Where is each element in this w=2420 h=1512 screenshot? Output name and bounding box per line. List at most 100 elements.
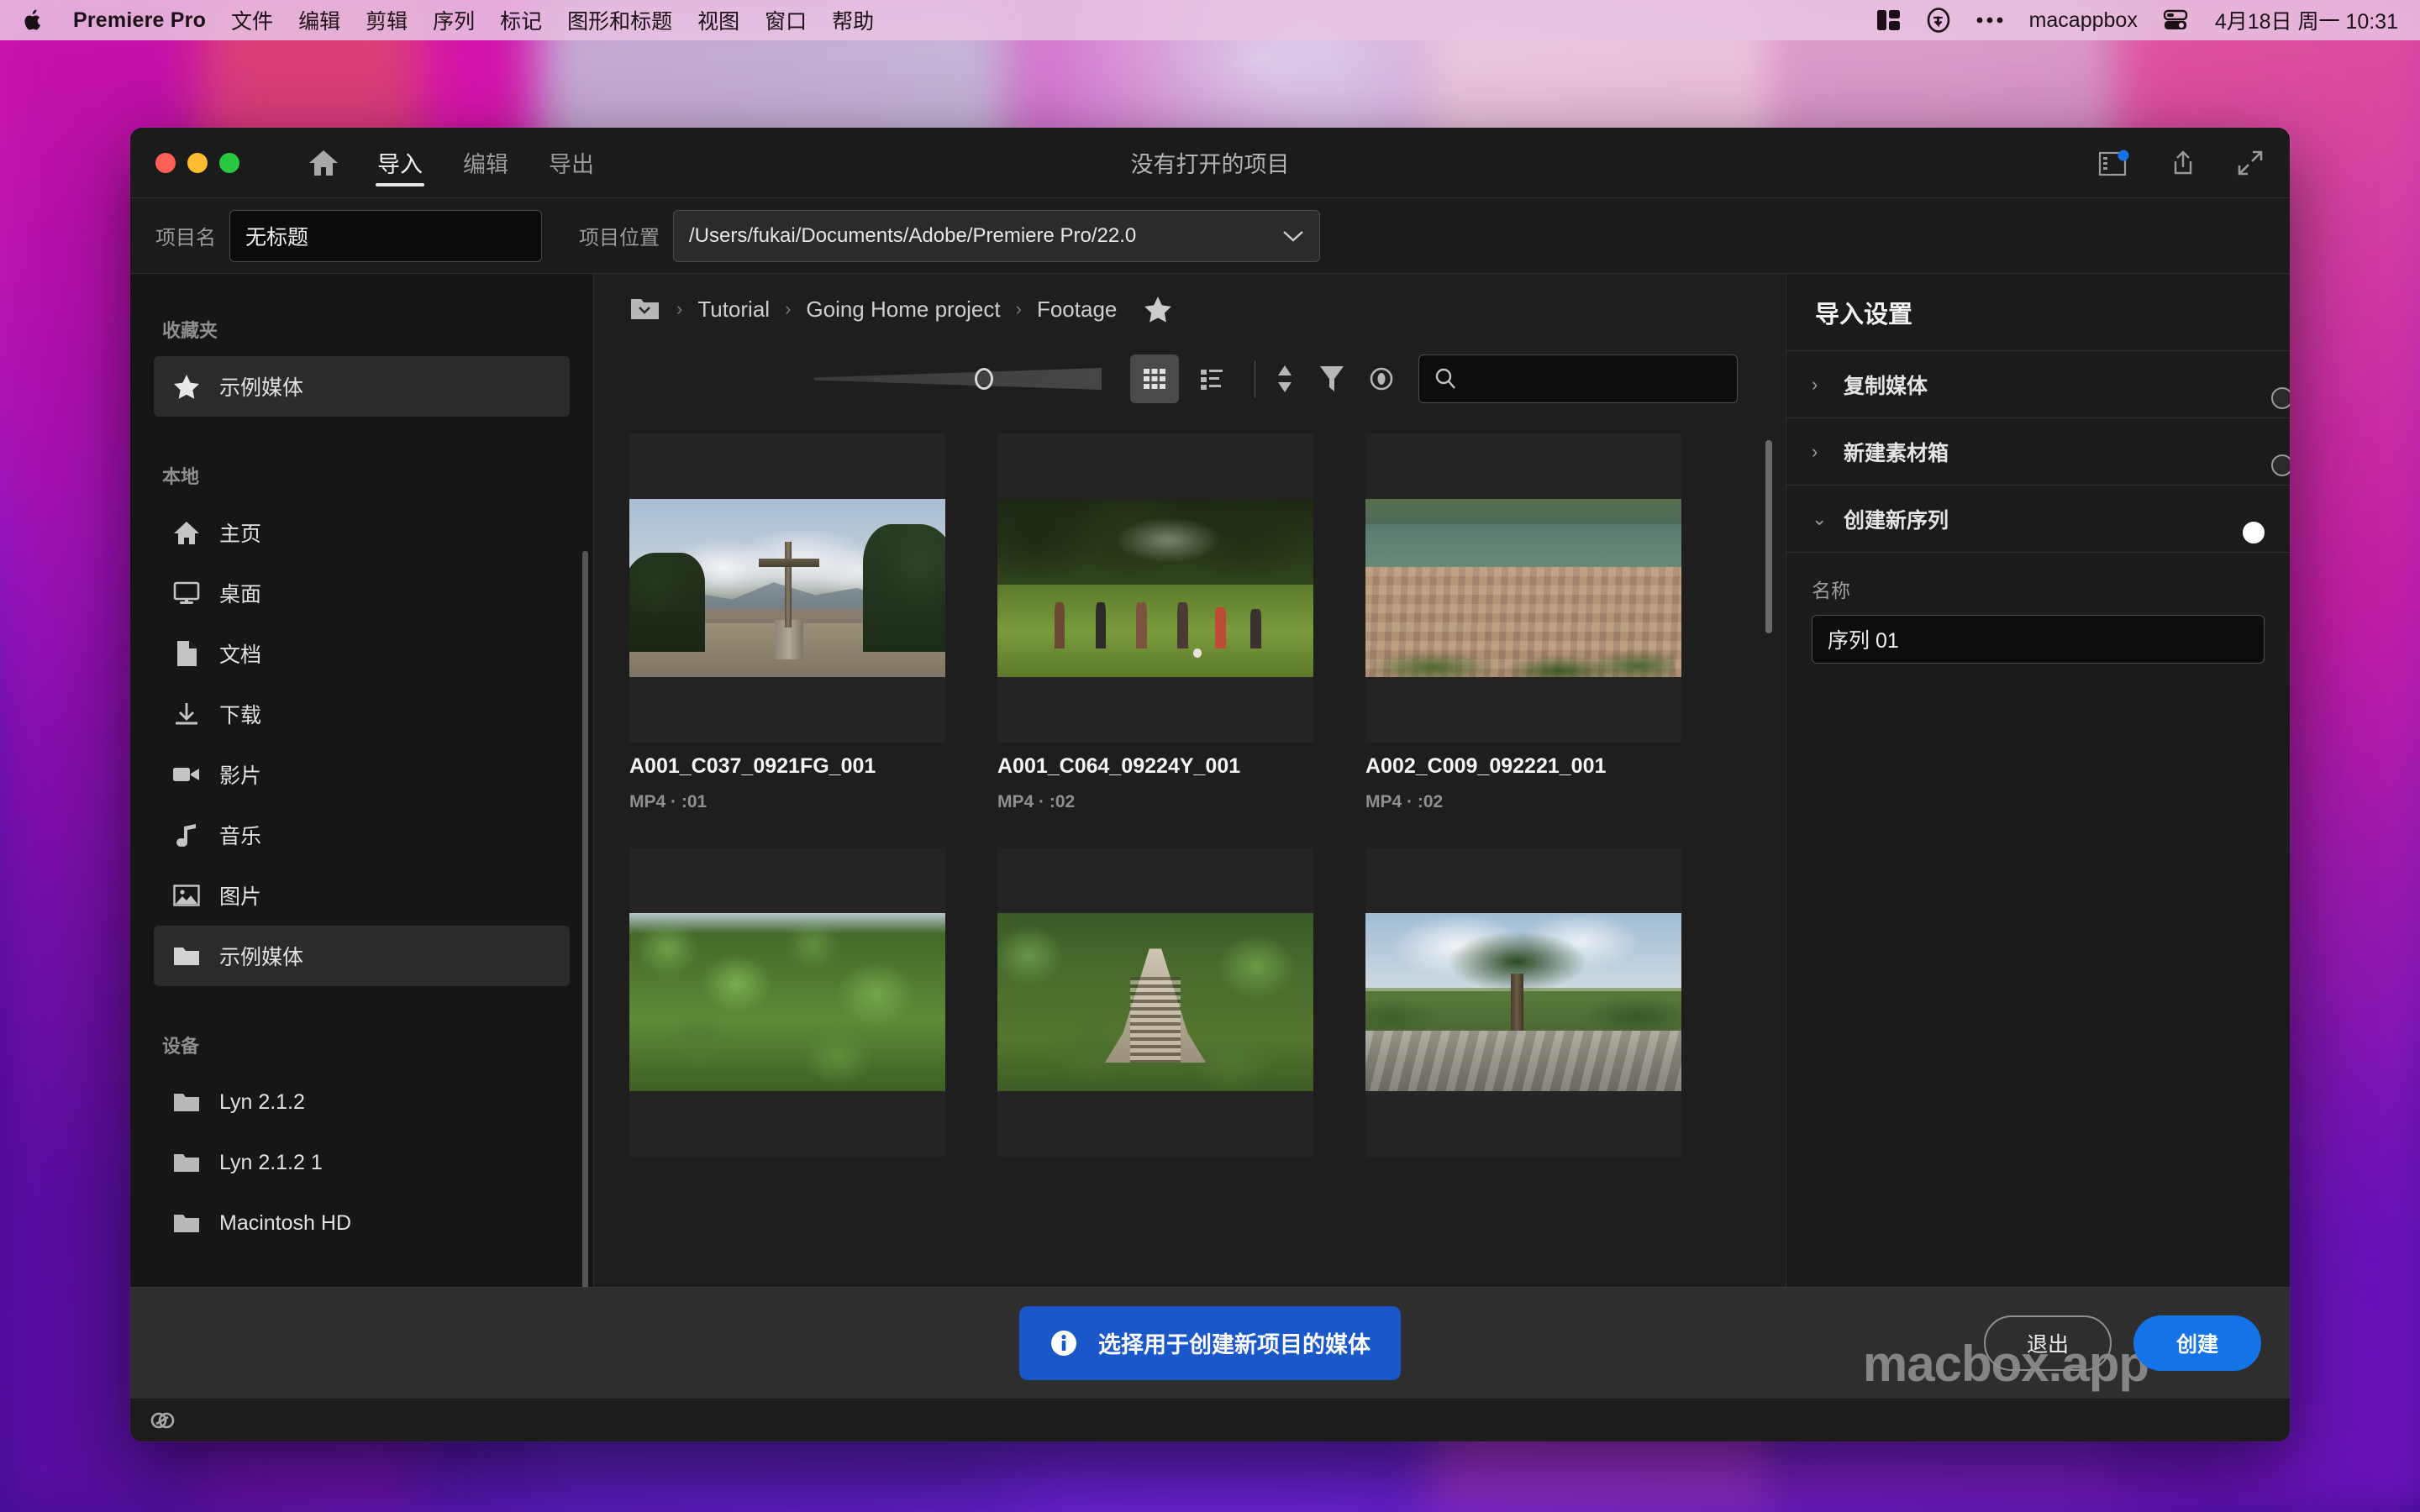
sidebar-item-label: 影片 bbox=[219, 764, 262, 788]
eye-icon[interactable] bbox=[1368, 366, 1395, 391]
menubar-username[interactable]: macappbox bbox=[2029, 8, 2138, 33]
sidebar-item-sample-media-favorite[interactable]: 示例媒体 bbox=[154, 356, 570, 417]
search-input[interactable] bbox=[1418, 354, 1738, 403]
media-thumbnail[interactable] bbox=[629, 433, 945, 743]
sidebar-item-home[interactable]: 主页 bbox=[154, 502, 570, 563]
star-icon[interactable] bbox=[1144, 296, 1172, 323]
battery-icon[interactable] bbox=[2163, 9, 2190, 31]
sidebar-heading-favorites: 收藏夹 bbox=[162, 320, 218, 341]
sidebar-item-macintosh-hd[interactable]: Macintosh HD bbox=[154, 1193, 570, 1253]
tab-export[interactable]: 导出 bbox=[529, 128, 614, 198]
sort-icon[interactable] bbox=[1274, 365, 1296, 393]
media-thumbnail[interactable] bbox=[997, 848, 1313, 1157]
menubar-app-name[interactable]: Premiere Pro bbox=[73, 8, 206, 33]
sidebar-item-movies[interactable]: 影片 bbox=[154, 744, 570, 805]
toggle-knob bbox=[2271, 454, 2290, 476]
chevron-down-icon bbox=[1282, 229, 1304, 243]
project-location-value: /Users/fukai/Documents/Adobe/Premiere Pr… bbox=[689, 223, 1137, 247]
project-location-select[interactable]: /Users/fukai/Documents/Adobe/Premiere Pr… bbox=[673, 209, 1320, 262]
sidebar-item-label: 示例媒体 bbox=[219, 946, 304, 969]
more-dots-icon[interactable] bbox=[1975, 16, 2004, 24]
media-thumbnail[interactable] bbox=[1365, 848, 1681, 1157]
chevron-down-icon[interactable]: ⌄ bbox=[1812, 508, 1833, 530]
tab-import[interactable]: 导入 bbox=[357, 128, 443, 198]
menu-item-view[interactable]: 视图 bbox=[697, 5, 739, 35]
fullscreen-icon[interactable] bbox=[2236, 149, 2265, 177]
media-thumbnail[interactable] bbox=[1365, 433, 1681, 743]
zoom-slider-track bbox=[814, 368, 1102, 390]
folder-dropdown-icon[interactable] bbox=[629, 296, 661, 323]
media-tile[interactable] bbox=[629, 848, 945, 1192]
list-view-icon[interactable] bbox=[1187, 354, 1236, 403]
setting-row-new-bin[interactable]: › 新建素材箱 bbox=[1786, 418, 2290, 486]
media-tile[interactable]: A001_C037_0921FG_001 MP4 · :01 bbox=[629, 433, 945, 848]
apple-logo-icon[interactable] bbox=[22, 8, 45, 33]
filter-icon[interactable] bbox=[1319, 365, 1344, 393]
tab-edit[interactable]: 编辑 bbox=[443, 128, 529, 198]
media-grid-scrollbar[interactable] bbox=[1765, 440, 1772, 633]
media-thumbnail[interactable] bbox=[629, 848, 945, 1157]
sidebar-item-desktop[interactable]: 桌面 bbox=[154, 563, 570, 623]
sidebar-item-lyn-212[interactable]: Lyn 2.1.2 bbox=[154, 1072, 570, 1132]
breadcrumb-item-tutorial[interactable]: Tutorial bbox=[697, 297, 770, 323]
sidebar-item-label: 音乐 bbox=[219, 825, 262, 848]
minimize-window-button[interactable] bbox=[187, 152, 208, 173]
quit-label: 退出 bbox=[2026, 1332, 2069, 1357]
sequence-name-input[interactable]: 序列 01 bbox=[1812, 615, 2265, 664]
select-media-button[interactable]: 选择用于创建新项目的媒体 bbox=[1019, 1305, 1401, 1380]
maximize-window-button[interactable] bbox=[219, 152, 239, 173]
music-note-icon bbox=[172, 821, 201, 849]
quit-button[interactable]: 退出 bbox=[1984, 1315, 2112, 1371]
menu-item-edit[interactable]: 编辑 bbox=[298, 5, 340, 35]
chevron-right-icon[interactable]: › bbox=[1812, 441, 1833, 463]
folder-icon bbox=[172, 1088, 201, 1116]
setting-row-new-sequence[interactable]: ⌄ 创建新序列 bbox=[1786, 486, 2290, 553]
sidebar-item-sample-media[interactable]: 示例媒体 bbox=[154, 926, 570, 986]
close-window-button[interactable] bbox=[155, 152, 176, 173]
home-icon[interactable] bbox=[290, 149, 357, 177]
search-field[interactable] bbox=[1468, 367, 1722, 391]
project-name-input[interactable]: 无标题 bbox=[229, 209, 542, 262]
creative-cloud-icon[interactable] bbox=[149, 1407, 176, 1434]
sidebar-heading-local: 本地 bbox=[162, 466, 200, 487]
control-center-icon[interactable] bbox=[1876, 9, 1902, 31]
menu-item-graphics[interactable]: 图形和标题 bbox=[567, 5, 672, 35]
sidebar-item-pictures[interactable]: 图片 bbox=[154, 865, 570, 926]
pocket-icon[interactable] bbox=[1927, 8, 1950, 33]
menu-item-help[interactable]: 帮助 bbox=[832, 5, 874, 35]
thumbnail-artwork bbox=[629, 499, 945, 677]
menu-item-clip[interactable]: 剪辑 bbox=[366, 5, 408, 35]
media-tile[interactable] bbox=[1365, 848, 1681, 1192]
media-tile[interactable] bbox=[997, 848, 1313, 1192]
media-filename: A002_C009_092221_001 bbox=[1365, 754, 1607, 778]
document-icon bbox=[172, 639, 201, 668]
breadcrumb-item-footage[interactable]: Footage bbox=[1037, 297, 1117, 323]
sidebar-item-documents[interactable]: 文档 bbox=[154, 623, 570, 684]
sidebar-item-lyn-212-1[interactable]: Lyn 2.1.2 1 bbox=[154, 1132, 570, 1193]
sidebar-item-label: Macintosh HD bbox=[219, 1210, 351, 1235]
media-tile[interactable]: A001_C064_09224Y_001 MP4 · :02 bbox=[997, 433, 1313, 848]
sidebar-scrollbar[interactable] bbox=[582, 551, 588, 1287]
menu-item-sequence[interactable]: 序列 bbox=[433, 5, 475, 35]
setting-row-copy-media[interactable]: › 复制媒体 bbox=[1786, 351, 2290, 418]
breadcrumb-item-going-home-project[interactable]: Going Home project bbox=[806, 297, 1000, 323]
zoom-slider-handle[interactable] bbox=[975, 368, 993, 390]
create-button[interactable]: 创建 bbox=[2133, 1315, 2261, 1371]
sidebar-item-downloads[interactable]: 下载 bbox=[154, 684, 570, 744]
workspaces-icon[interactable] bbox=[2098, 150, 2130, 176]
media-thumbnail[interactable] bbox=[997, 433, 1313, 743]
toggle-knob bbox=[2271, 386, 2290, 409]
menu-item-marker[interactable]: 标记 bbox=[500, 5, 542, 35]
thumbnail-zoom-slider[interactable] bbox=[814, 366, 1102, 391]
sequence-name-group: 名称 序列 01 bbox=[1786, 553, 2290, 664]
sidebar-item-music[interactable]: 音乐 bbox=[154, 805, 570, 865]
share-icon[interactable] bbox=[2169, 149, 2197, 177]
sidebar-item-label: Lyn 2.1.2 1 bbox=[219, 1150, 323, 1174]
media-tile[interactable]: A002_C009_092221_001 MP4 · :02 bbox=[1365, 433, 1681, 848]
menu-item-window[interactable]: 窗口 bbox=[765, 5, 807, 35]
menu-item-file[interactable]: 文件 bbox=[231, 5, 273, 35]
grid-view-icon[interactable] bbox=[1130, 354, 1179, 403]
menubar-clock[interactable]: 4月18日 周一 10:31 bbox=[2215, 5, 2398, 35]
breadcrumb: › Tutorial › Going Home project › Footag… bbox=[594, 274, 1786, 344]
chevron-right-icon[interactable]: › bbox=[1812, 374, 1833, 396]
